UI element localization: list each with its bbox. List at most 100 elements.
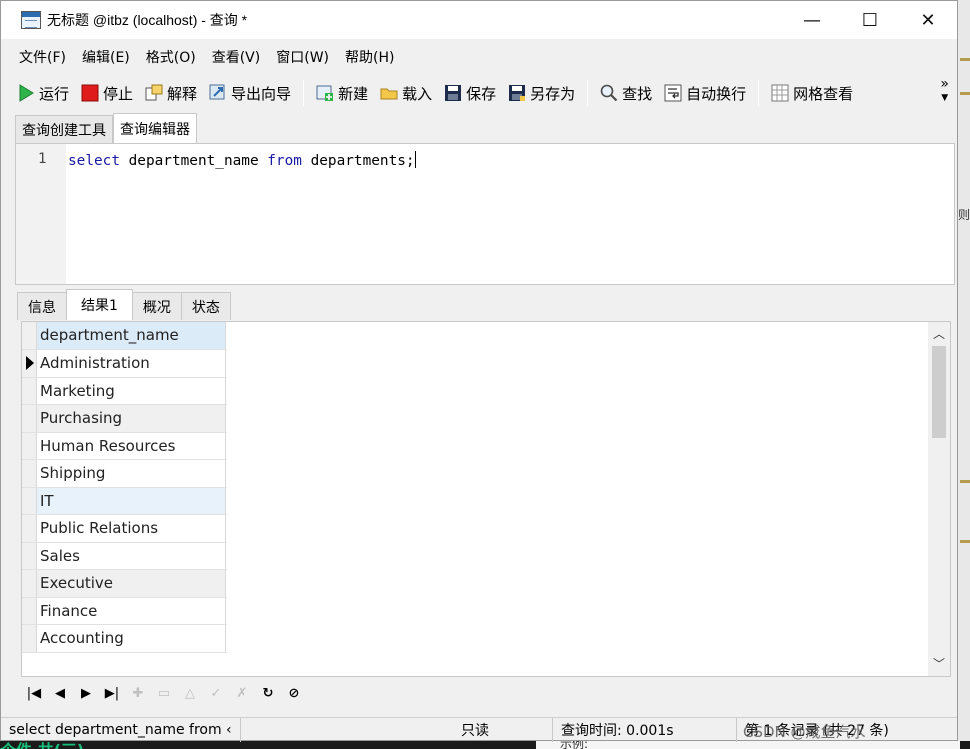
scrollbar-thumb[interactable] [932, 346, 946, 438]
background-window-strip: 则。 [958, 0, 970, 749]
menu-help[interactable]: 帮助(H) [337, 47, 402, 67]
window-title: 无标题 @itbz (localhost) - 查询 * [47, 12, 248, 28]
grid-view-label: 网格查看 [793, 84, 854, 103]
checkmark-icon: ✓ [210, 685, 222, 701]
skip-first-icon: |◀ [26, 685, 42, 701]
skip-last-icon: ▶| [104, 685, 120, 701]
table-row[interactable]: Human Resources [22, 432, 227, 460]
tab-query-builder[interactable]: 查询创建工具 [15, 115, 113, 143]
menu-edit[interactable]: 编辑(E) [74, 47, 138, 67]
add-record-button[interactable]: ✚ [125, 681, 151, 705]
last-record-button[interactable]: ▶| [99, 681, 125, 705]
column-header-department-name[interactable]: department_name [37, 322, 226, 349]
dropdown-arrow-icon: ▼ [941, 93, 949, 103]
export-icon [209, 84, 227, 102]
navicat-query-window: 无标题 @itbz (localhost) - 查询 * — ☐ ✕ 文件(F)… [0, 0, 958, 742]
run-label: 运行 [39, 84, 70, 103]
scroll-down-icon[interactable]: ﹀ [928, 654, 950, 674]
table-cell[interactable]: Administration [37, 350, 226, 377]
save-as-button[interactable]: 另存为 [502, 78, 581, 108]
menu-view[interactable]: 查看(V) [204, 47, 269, 67]
table-cell[interactable]: IT [37, 487, 226, 514]
table-row[interactable]: Marketing [22, 377, 227, 405]
grid-header-row: department_name [22, 322, 227, 350]
current-row-arrow-icon [26, 356, 34, 370]
search-icon [600, 84, 618, 102]
toolbar-separator [303, 80, 305, 106]
stop-refresh-button[interactable]: ⊘ [281, 681, 307, 705]
background-text: 则。 [958, 208, 970, 222]
apply-button[interactable]: ✓ [203, 681, 229, 705]
table-row[interactable]: IT [22, 487, 227, 515]
delete-record-button[interactable]: ▭ [151, 681, 177, 705]
minimize-button[interactable]: — [783, 1, 841, 39]
table-row[interactable]: Shipping [22, 460, 227, 488]
table-cell[interactable]: Shipping [37, 460, 226, 487]
save-button[interactable]: 保存 [438, 78, 502, 108]
toolbar-overflow-button[interactable]: » ▼ [940, 77, 949, 105]
folder-icon [380, 84, 398, 102]
tab-profile[interactable]: 概况 [131, 292, 182, 320]
find-button[interactable]: 查找 [594, 78, 658, 108]
vertical-scrollbar[interactable]: ︿ ﹀ [928, 322, 950, 676]
table-cell[interactable]: Accounting [37, 625, 226, 652]
menu-file[interactable]: 文件(F) [11, 47, 74, 67]
word-wrap-button[interactable]: 自动换行 [658, 78, 752, 108]
close-button[interactable]: ✕ [899, 1, 957, 39]
run-button[interactable]: 运行 [11, 78, 75, 108]
sql-editor[interactable]: 1 select department_name from department… [15, 143, 955, 285]
row-indicator [22, 350, 37, 377]
tab-info[interactable]: 信息 [17, 292, 67, 320]
new-button[interactable]: 新建 [310, 78, 374, 108]
table-row[interactable]: Accounting [22, 625, 227, 653]
tab-result1[interactable]: 结果1 [66, 289, 133, 320]
first-record-button[interactable]: |◀ [21, 681, 47, 705]
export-wizard-label: 导出向导 [231, 84, 292, 103]
table-cell[interactable]: Marketing [37, 377, 226, 404]
menu-window[interactable]: 窗口(W) [268, 47, 337, 67]
save-as-icon [508, 84, 526, 102]
table-row[interactable]: Purchasing [22, 405, 227, 433]
table-row[interactable]: Public Relations [22, 515, 227, 543]
maximize-button[interactable]: ☐ [841, 1, 899, 39]
menu-bar: 文件(F) 编辑(E) 格式(O) 查看(V) 窗口(W) 帮助(H) [1, 43, 402, 71]
discard-button[interactable]: ✗ [229, 681, 255, 705]
result-tab-strip: 信息 结果1 概况 状态 [17, 289, 231, 320]
tab-status[interactable]: 状态 [180, 292, 231, 320]
previous-icon: ◀ [55, 685, 65, 701]
table-row[interactable]: Administration [22, 350, 227, 378]
table-cell[interactable]: Purchasing [37, 405, 226, 432]
stop-button[interactable]: 停止 [75, 78, 139, 108]
previous-record-button[interactable]: ◀ [47, 681, 73, 705]
double-chevron-icon: » [940, 76, 949, 92]
table-cell[interactable]: Public Relations [37, 515, 226, 542]
minus-icon: ▭ [157, 685, 171, 701]
sql-text: departments; [301, 153, 415, 169]
explain-icon [145, 84, 163, 102]
explain-button[interactable]: 解释 [139, 78, 203, 108]
menu-format[interactable]: 格式(O) [138, 47, 204, 67]
table-row[interactable]: Finance [22, 597, 227, 625]
table-cell[interactable]: Sales [37, 542, 226, 569]
edit-record-button[interactable]: △ [177, 681, 203, 705]
load-button[interactable]: 载入 [374, 78, 438, 108]
save-as-label: 另存为 [530, 84, 576, 103]
refresh-button[interactable]: ↻ [255, 681, 281, 705]
sql-keyword: select [68, 153, 120, 169]
sql-keyword: from [267, 153, 302, 169]
title-bar[interactable]: 无标题 @itbz (localhost) - 查询 * — ☐ ✕ [1, 1, 957, 39]
export-wizard-button[interactable]: 导出向导 [203, 78, 297, 108]
tab-query-editor[interactable]: 查询编辑器 [113, 113, 197, 143]
table-cell[interactable]: Executive [37, 570, 226, 597]
table-row[interactable]: Sales [22, 542, 227, 570]
stop-icon [81, 84, 99, 102]
cancel-x-icon: ✗ [236, 685, 248, 701]
table-cell[interactable]: Finance [37, 597, 226, 624]
sql-code-line[interactable]: select department_name from departments; [68, 151, 416, 169]
scroll-up-icon[interactable]: ︿ [928, 324, 950, 344]
table-row[interactable]: Executive [22, 570, 227, 598]
table-cell[interactable]: Human Resources [37, 432, 226, 459]
stop-circle-icon: ⊘ [288, 685, 300, 701]
next-record-button[interactable]: ▶ [73, 681, 99, 705]
grid-view-button[interactable]: 网格查看 [765, 78, 859, 108]
